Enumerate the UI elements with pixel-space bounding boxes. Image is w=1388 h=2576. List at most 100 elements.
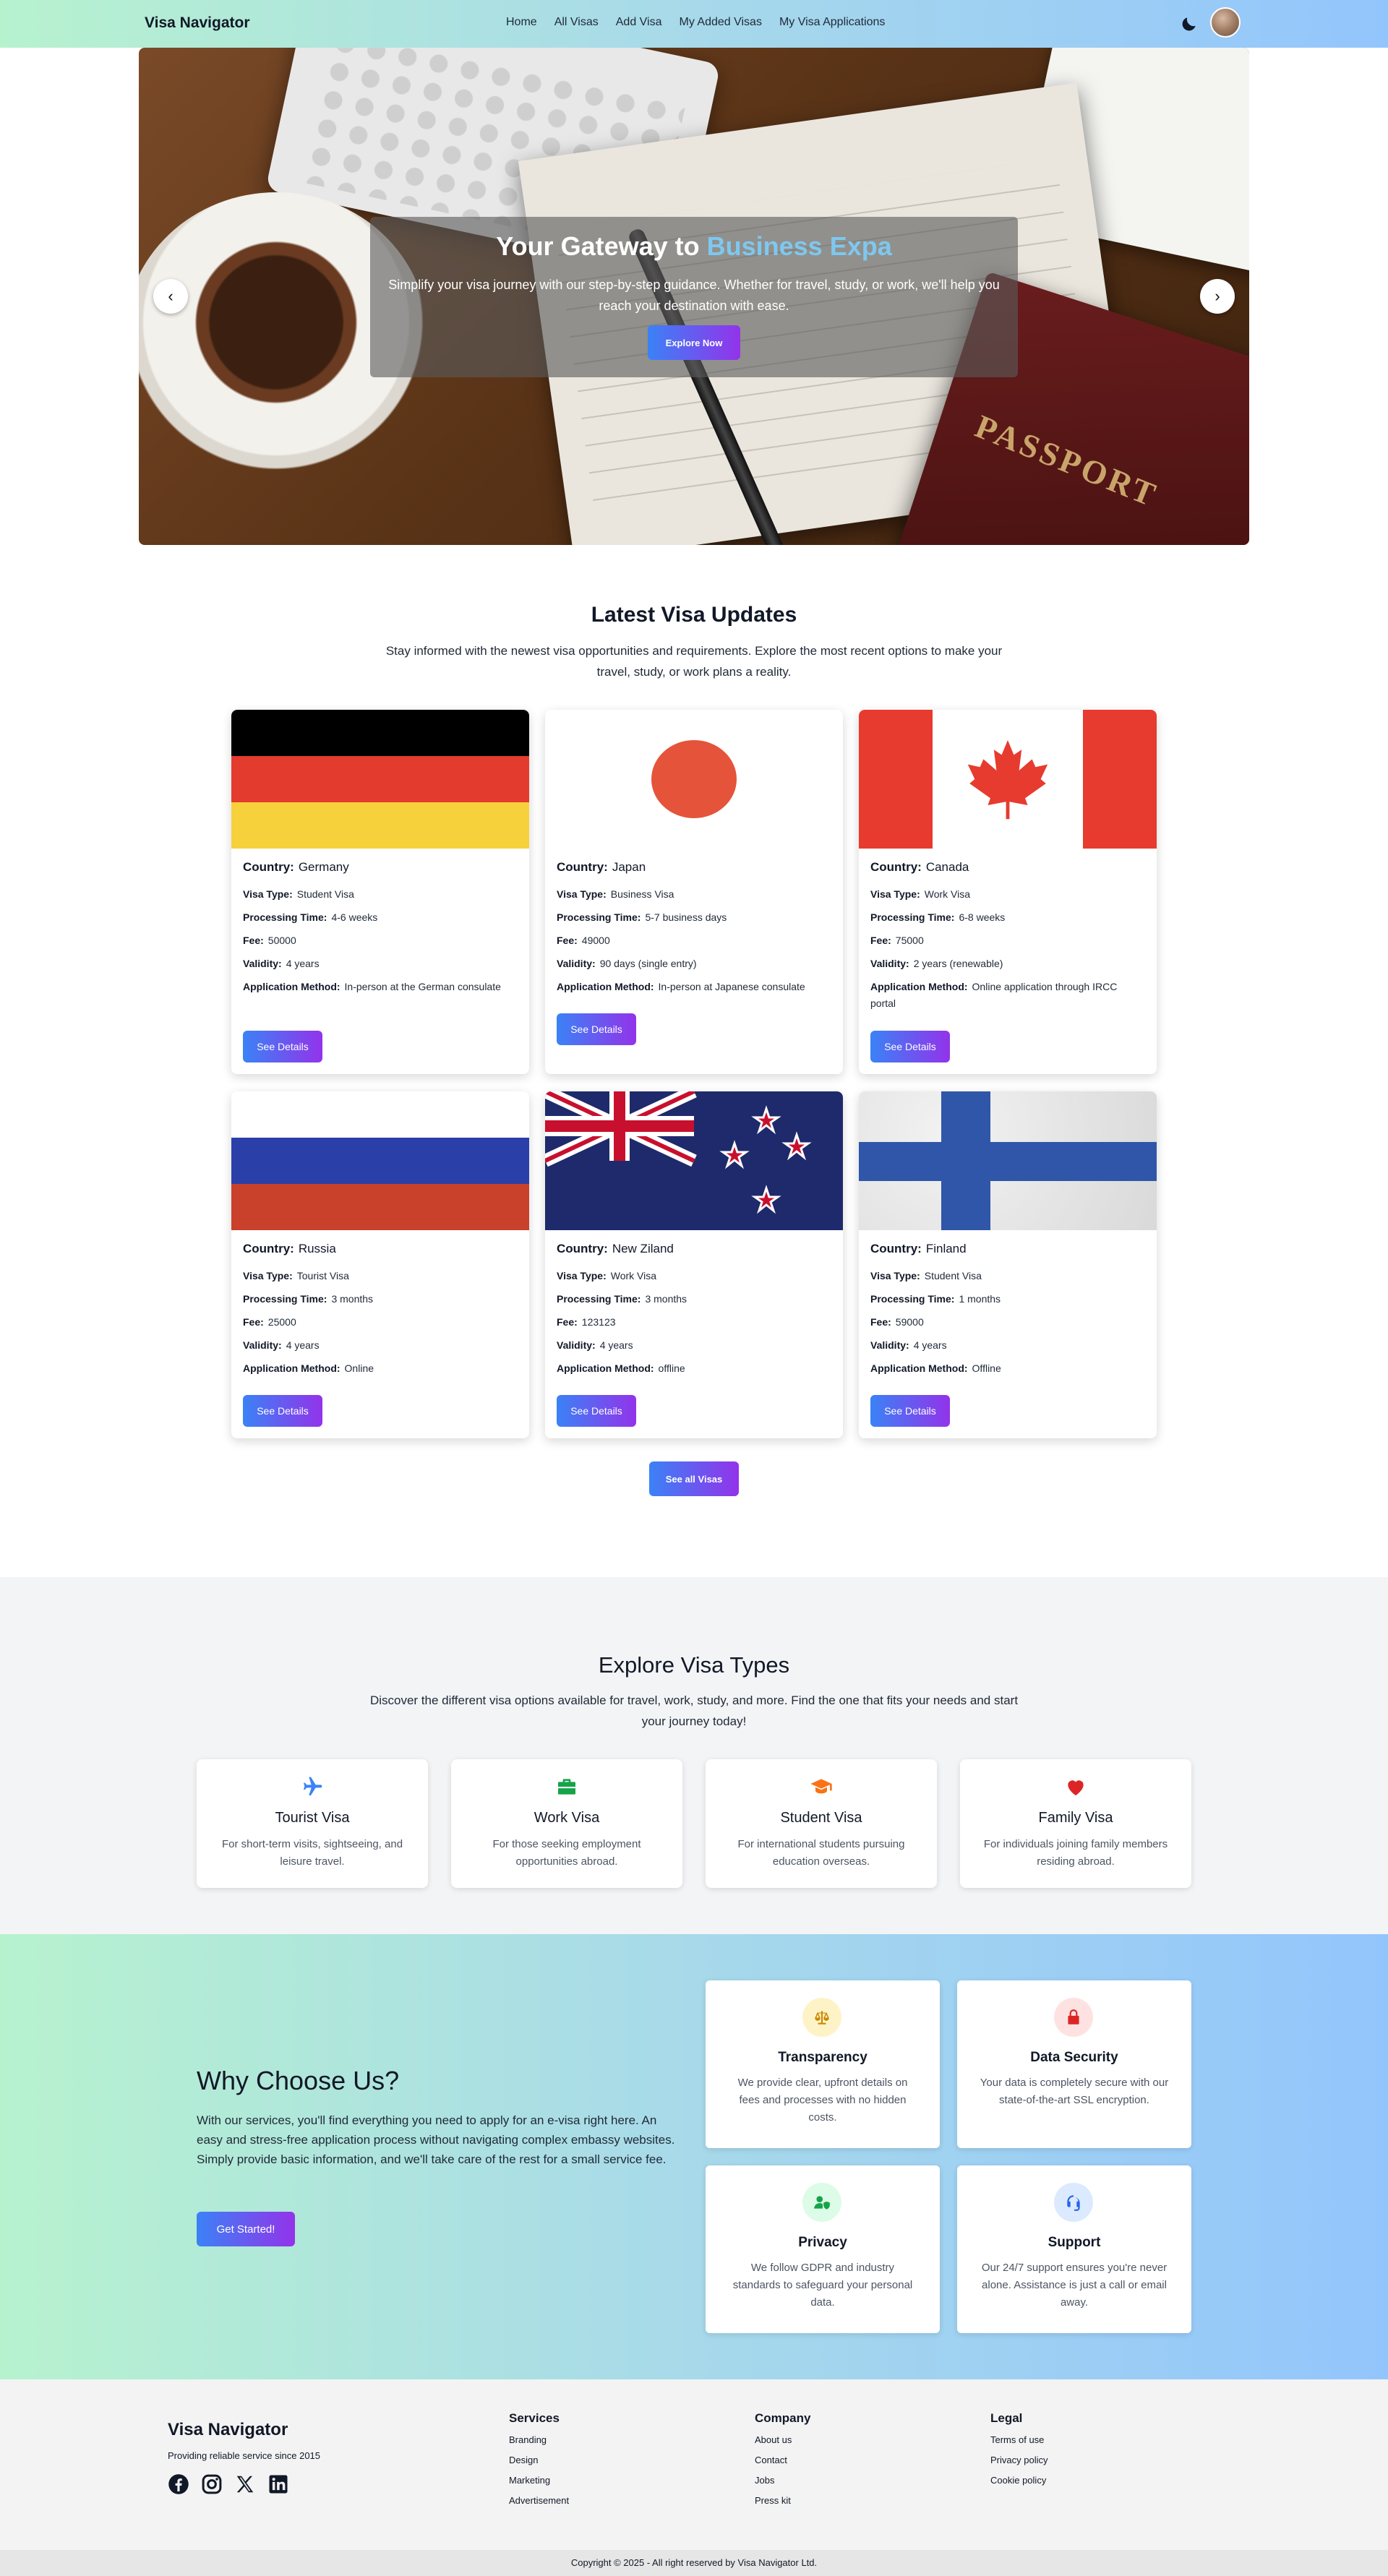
see-details-button[interactable]: See Details (243, 1031, 322, 1062)
visa-type-card-tourist[interactable]: Tourist Visa For short-term visits, sigh… (197, 1759, 428, 1888)
processing-time-value: 1 months (959, 1293, 1001, 1305)
hero-title-accent: Business Expa (706, 231, 892, 261)
country-label: Country: (243, 1242, 294, 1255)
country-value: Canada (925, 860, 969, 874)
fee-value: 123123 (581, 1316, 616, 1328)
card-application-method: Application Method: Online application th… (870, 979, 1145, 1012)
method-value: offline (658, 1362, 685, 1374)
visa-type-card-student[interactable]: Student Visa For international students … (706, 1759, 937, 1888)
processing-time-value: 4-6 weeks (331, 911, 378, 923)
visa-type-label: Visa Type: (243, 1270, 293, 1281)
footer-link-branding[interactable]: Branding (509, 2434, 547, 2445)
nav-link-all-visas[interactable]: All Visas (554, 16, 599, 29)
visa-type-label: Visa Type: (557, 888, 607, 900)
fee-label: Fee: (243, 935, 264, 946)
get-started-button[interactable]: Get Started! (197, 2212, 295, 2246)
footer-link-privacy[interactable]: Privacy policy (990, 2455, 1048, 2465)
footer-link-press-kit[interactable]: Press kit (755, 2495, 791, 2506)
card-application-method: Application Method: Offline (870, 1360, 1145, 1377)
card-visa-type: Visa Type: Work Visa (870, 886, 1145, 903)
visa-card-russia: Country: Russia Visa Type: Tourist Visa Pr… (231, 1091, 529, 1438)
feature-desc: We provide clear, upfront details on fee… (737, 2077, 908, 2124)
carousel-next-button[interactable]: › (1200, 279, 1235, 314)
nav-link-add-visa[interactable]: Add Visa (616, 16, 662, 29)
footer-link-jobs[interactable]: Jobs (755, 2475, 774, 2486)
feature-name: Support (1048, 2235, 1101, 2250)
visa-type-card-work[interactable]: Work Visa For those seeking employment o… (451, 1759, 682, 1888)
nav-link-my-visa-applications[interactable]: My Visa Applications (779, 16, 885, 29)
visa-type-value: Tourist Visa (296, 1270, 349, 1281)
fee-value: 75000 (895, 935, 924, 946)
carousel-prev-button[interactable]: ‹ (153, 279, 188, 314)
avatar[interactable] (1210, 7, 1241, 38)
flag-canada (859, 710, 1157, 849)
method-label: Application Method: (870, 981, 968, 992)
instagram-icon[interactable] (201, 2473, 223, 2495)
footer-link-design[interactable]: Design (509, 2455, 538, 2465)
hero-subtitle: Simplify your visa journey with our step… (388, 278, 1000, 313)
card-validity: Validity: 4 years (870, 1337, 1145, 1354)
see-details-button[interactable]: See Details (557, 1013, 636, 1045)
country-value: Germany (298, 860, 349, 874)
see-details-button[interactable]: See Details (870, 1031, 950, 1062)
flag-germany (231, 710, 529, 849)
see-details-button[interactable]: See Details (243, 1395, 322, 1427)
lock-icon (1054, 1998, 1093, 2037)
card-fee: Fee: 59000 (870, 1314, 1145, 1331)
facebook-icon[interactable] (168, 2473, 189, 2495)
brand-logo[interactable]: Visa Navigator (145, 14, 250, 32)
visa-type-desc: For short-term visits, sightseeing, and … (221, 1838, 403, 1868)
method-label: Application Method: (243, 981, 340, 992)
flag-japan (545, 710, 843, 849)
feature-card-privacy: Privacy We follow GDPR and industry stan… (706, 2165, 940, 2333)
latest-section-subtitle: Stay informed with the newest visa oppor… (385, 644, 1003, 679)
card-validity: Validity: 90 days (single entry) (557, 956, 831, 972)
method-label: Application Method: (557, 1362, 654, 1374)
processing-time-value: 5-7 business days (645, 911, 727, 923)
processing-time-label: Processing Time: (870, 911, 955, 923)
navbar: Visa Navigator Home All Visas Add Visa M… (0, 0, 1388, 48)
feature-card-support: Support Our 24/7 support ensures you're … (957, 2165, 1191, 2333)
footer-link-advertisement[interactable]: Advertisement (509, 2495, 569, 2506)
x-twitter-icon[interactable] (234, 2473, 256, 2495)
see-details-button[interactable]: See Details (557, 1395, 636, 1427)
card-processing-time: Processing Time: 1 months (870, 1291, 1145, 1308)
processing-time-label: Processing Time: (243, 1293, 327, 1305)
footer-link-contact[interactable]: Contact (755, 2455, 787, 2465)
feature-card-data-security: Data Security Your data is completely se… (957, 1980, 1191, 2148)
visa-type-label: Visa Type: (870, 888, 920, 900)
method-value: In-person at Japanese consulate (658, 981, 805, 992)
nav-link-my-added-visas[interactable]: My Added Visas (680, 16, 762, 29)
footer-tagline: Providing reliable service since 2015 (168, 2450, 321, 2461)
validity-value: 90 days (single entry) (599, 958, 697, 969)
flag-finland (859, 1091, 1157, 1230)
card-visa-type: Visa Type: Student Visa (870, 1268, 1145, 1284)
moon-icon[interactable] (1180, 14, 1199, 33)
hero-title-main: Your Gateway to (496, 231, 707, 261)
card-validity: Validity: 4 years (557, 1337, 831, 1354)
card-visa-type: Visa Type: Student Visa (243, 886, 518, 903)
footer-link-about-us[interactable]: About us (755, 2434, 792, 2445)
linkedin-icon[interactable] (267, 2473, 289, 2495)
fee-label: Fee: (870, 1316, 891, 1328)
footer-link-marketing[interactable]: Marketing (509, 2475, 550, 2486)
visa-type-card-family[interactable]: Family Visa For individuals joining fami… (960, 1759, 1191, 1888)
see-all-visas-button[interactable]: See all Visas (649, 1461, 739, 1496)
footer-link-cookie[interactable]: Cookie policy (990, 2475, 1046, 2486)
validity-label: Validity: (557, 958, 596, 969)
feature-desc: We follow GDPR and industry standards to… (732, 2262, 913, 2309)
hero-carousel: PASSPORT Your Gateway to Business Expa S… (139, 48, 1249, 545)
footer-col-company-title: Company (755, 2411, 811, 2425)
explore-now-button[interactable]: Explore Now (648, 325, 740, 360)
scale-icon (802, 1998, 841, 2037)
flag-new-zealand (545, 1091, 843, 1230)
visa-card-new-zealand: Country: New Ziland Visa Type: Work Visa P… (545, 1091, 843, 1438)
card-fee: Fee: 123123 (557, 1314, 831, 1331)
explore-section-subtitle: Discover the different visa options avai… (369, 1693, 1019, 1728)
card-application-method: Application Method: In-person at Japanese… (557, 979, 831, 995)
footer-link-terms[interactable]: Terms of use (990, 2434, 1044, 2445)
chevron-right-icon: › (1214, 287, 1220, 305)
processing-time-label: Processing Time: (243, 911, 327, 923)
see-details-button[interactable]: See Details (870, 1395, 950, 1427)
nav-link-home[interactable]: Home (506, 16, 537, 29)
